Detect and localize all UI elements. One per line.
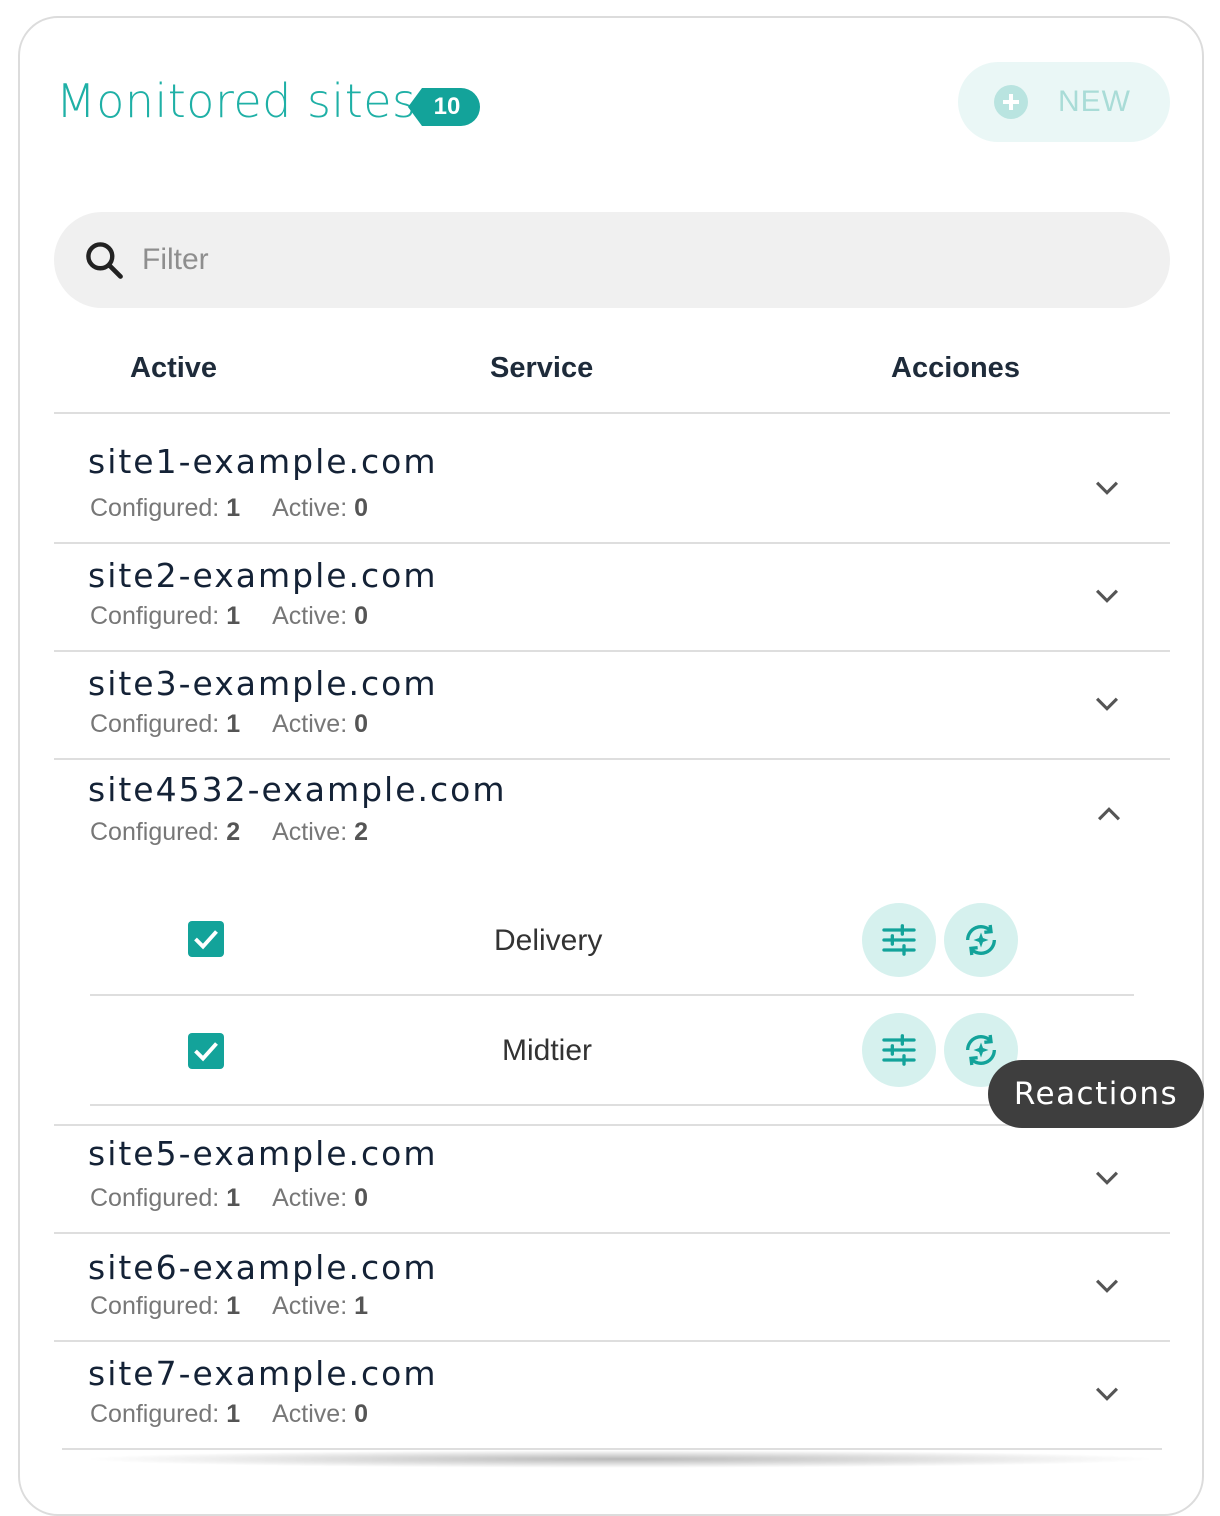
new-site-button[interactable]: NEW (958, 62, 1170, 142)
reactions-sparkle-icon (966, 1034, 996, 1066)
row-divider (54, 1124, 1170, 1126)
site-name[interactable]: site5-example.com (88, 1134, 438, 1173)
scroll-shadow (80, 1450, 1160, 1468)
service-divider (90, 1104, 1134, 1106)
row-divider (54, 1340, 1170, 1342)
service-name: Delivery (494, 924, 603, 957)
site-name[interactable]: site7-example.com (88, 1354, 438, 1393)
search-icon (86, 242, 123, 279)
expand-chevron-down-icon[interactable] (1090, 686, 1124, 720)
row-divider (54, 650, 1170, 652)
row-divider (54, 1232, 1170, 1234)
site-stats: Configured: 1 Active: 0 (90, 494, 368, 522)
site-stats: Configured: 2 Active: 2 (90, 818, 368, 846)
sliders-icon (882, 924, 916, 956)
plus-circle-icon (994, 85, 1028, 119)
site-stats: Configured: 1 Active: 0 (90, 1184, 368, 1212)
filter-search-bar[interactable] (54, 212, 1170, 308)
settings-button[interactable] (862, 903, 936, 977)
sliders-icon (882, 1034, 916, 1066)
new-button-label: NEW (1058, 85, 1131, 118)
site-stats: Configured: 1 Active: 0 (90, 710, 368, 738)
column-header-actions: Acciones (891, 352, 1020, 384)
column-header-active: Active (130, 352, 218, 384)
service-active-checkbox[interactable] (188, 921, 224, 957)
site-count-badge: 10 (408, 88, 480, 126)
service-divider (90, 994, 1134, 996)
expand-chevron-down-icon[interactable] (1090, 1160, 1124, 1194)
filter-input[interactable] (140, 242, 1044, 278)
site-name[interactable]: site6-example.com (88, 1248, 438, 1287)
page-title: Monitored sites (56, 74, 417, 128)
service-name: Midtier (502, 1034, 593, 1067)
site-name[interactable]: site1-example.com (88, 442, 438, 481)
reactions-button[interactable] (944, 903, 1018, 977)
row-divider (54, 542, 1170, 544)
settings-button[interactable] (862, 1013, 936, 1087)
site-stats: Configured: 1 Active: 0 (90, 602, 368, 630)
expand-chevron-down-icon[interactable] (1090, 1376, 1124, 1410)
reactions-sparkle-icon (966, 924, 996, 956)
row-divider (54, 758, 1170, 760)
site-stats: Configured: 1 Active: 0 (90, 1400, 368, 1428)
site-name[interactable]: site2-example.com (88, 556, 438, 595)
service-active-checkbox[interactable] (188, 1033, 224, 1069)
reactions-tooltip: Reactions (988, 1060, 1204, 1128)
site-name[interactable]: site4532-example.com (88, 770, 507, 809)
expand-chevron-down-icon[interactable] (1090, 1268, 1124, 1302)
site-name[interactable]: site3-example.com (88, 664, 438, 703)
column-header-service: Service (490, 352, 594, 384)
site-stats: Configured: 1 Active: 1 (90, 1292, 368, 1320)
expand-chevron-down-icon[interactable] (1090, 470, 1124, 504)
header-divider (54, 412, 1170, 414)
collapse-chevron-up-icon[interactable] (1092, 798, 1126, 832)
expand-chevron-down-icon[interactable] (1090, 578, 1124, 612)
